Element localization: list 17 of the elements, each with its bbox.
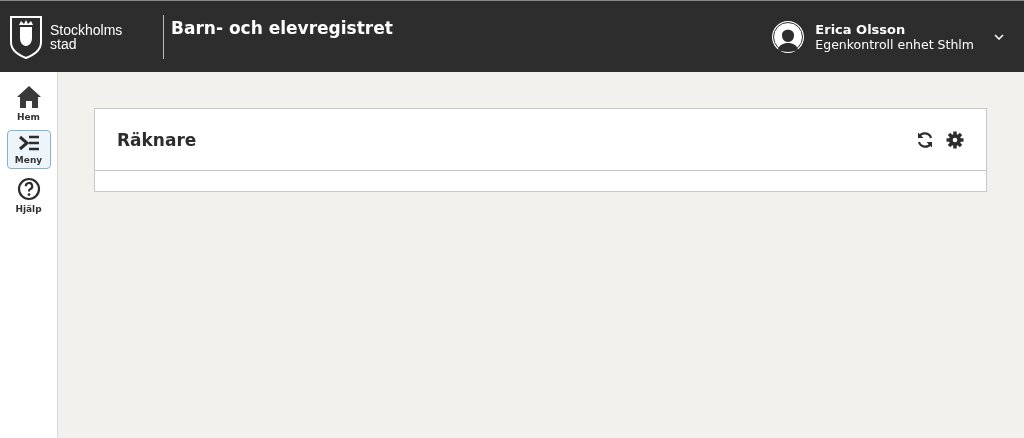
menu-icon xyxy=(17,134,40,152)
shield-logo-icon xyxy=(8,13,44,60)
logo-text: Stockholms xyxy=(50,22,123,37)
home-icon xyxy=(15,85,42,109)
nav-item[interactable]: Meny xyxy=(6,130,51,169)
chevron-down-icon[interactable] xyxy=(994,33,1004,40)
settings-icon[interactable] xyxy=(946,130,964,149)
nav-item[interactable]: Hjälp xyxy=(6,173,51,218)
help-icon xyxy=(16,177,41,201)
user-name: Erica Olsson xyxy=(815,21,907,37)
logo-text: stad xyxy=(50,36,78,51)
nav-item[interactable]: Hem xyxy=(6,81,51,126)
refresh-icon[interactable] xyxy=(916,130,934,149)
app-title: Barn- och elevregistret xyxy=(170,18,394,38)
user-unit: Egenkontroll enhet Sthlm xyxy=(815,36,974,52)
avatar-icon xyxy=(771,19,806,54)
panel-title: Räknare xyxy=(117,129,198,150)
